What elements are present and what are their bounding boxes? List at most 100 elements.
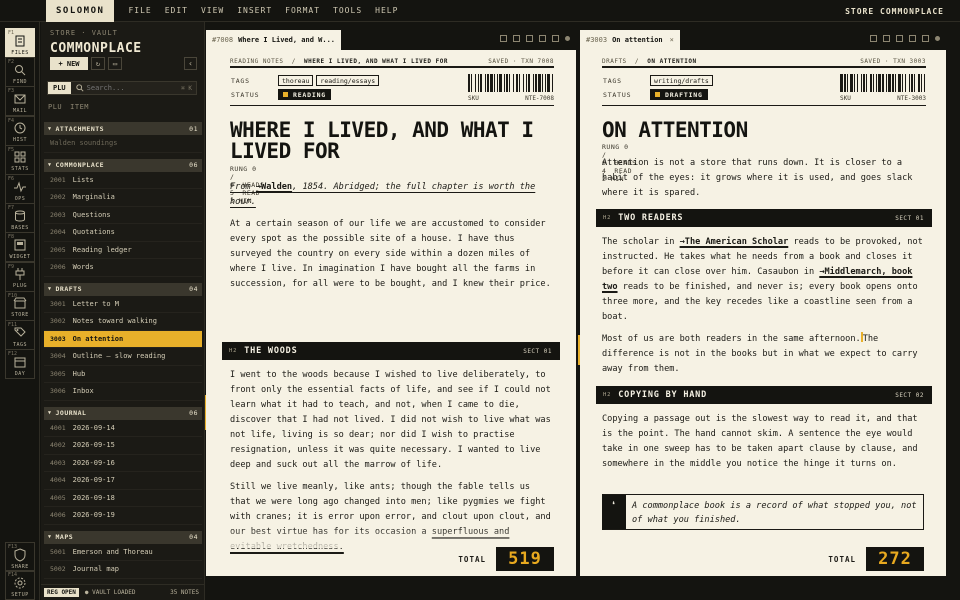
rail-button-find[interactable]: F2 FIND: [5, 57, 35, 88]
list-item[interactable]: 4005 2026-09-18: [44, 490, 202, 507]
folder-button[interactable]: ▭: [108, 57, 122, 70]
list-item[interactable]: 3006 Inbox: [44, 383, 202, 401]
list-item[interactable]: 2002 Marginalia: [44, 189, 202, 207]
column-item[interactable]: ITEM: [70, 103, 89, 111]
function-key: F2: [8, 59, 15, 66]
group-header-maps[interactable]: ▼ MAPS 04: [44, 530, 202, 544]
document-title[interactable]: ON ATTENTION: [602, 120, 922, 141]
rail-button-day[interactable]: F12 DAY: [5, 349, 35, 380]
list-item[interactable]: 2005 Reading ledger: [44, 242, 202, 259]
pin-icon[interactable]: [552, 35, 559, 42]
item-plu: 4001: [50, 423, 66, 432]
heading-the-woods[interactable]: H2 THE WOODS SECT 01: [222, 342, 560, 360]
group-header-commonplace[interactable]: ▼ COMMONPLACE 06: [44, 158, 202, 172]
list-item[interactable]: 2001 Lists: [44, 172, 202, 189]
close-tab-icon[interactable]: ×: [670, 36, 674, 44]
callout-quote[interactable]: ❛ A commonplace book is a record of what…: [602, 494, 924, 530]
rail-button-share[interactable]: F13 SHARE: [5, 542, 35, 572]
group-header-drafts[interactable]: ▼ DRAFTS 04: [44, 282, 202, 296]
tab-title: On attention: [612, 36, 663, 44]
menu-view[interactable]: VIEW: [201, 6, 224, 15]
list-item[interactable]: 3003 On attention: [44, 330, 202, 348]
item-plu: 5002: [50, 565, 66, 574]
rail-button-hist[interactable]: F4 HIST: [5, 115, 35, 146]
collapse-sidebar-button[interactable]: ‹: [184, 57, 197, 70]
rail-button-setup[interactable]: F14 SETUP: [5, 570, 35, 600]
search-input[interactable]: [86, 84, 177, 92]
new-note-button[interactable]: + NEW: [50, 57, 88, 70]
tag-chip[interactable]: thoreau: [278, 75, 314, 86]
list-item[interactable]: 4004 2026-09-17: [44, 472, 202, 490]
rail-button-store[interactable]: F10 STORE: [5, 290, 35, 321]
menu-insert[interactable]: INSERT: [237, 6, 272, 15]
list-item[interactable]: 3002 Notes toward walking: [44, 313, 202, 331]
split-icon[interactable]: [500, 35, 507, 42]
rail-button-widget[interactable]: F8 WIDGET: [5, 232, 35, 263]
expand-icon[interactable]: [539, 35, 546, 42]
split-icon[interactable]: [870, 35, 877, 42]
list-item[interactable]: Walden soundings: [44, 135, 202, 153]
refresh-icon: ↻: [95, 59, 101, 68]
list-item[interactable]: 4002 2026-09-15: [44, 437, 202, 455]
link-icon[interactable]: [526, 35, 533, 42]
refresh-button[interactable]: ↻: [91, 57, 105, 70]
app-brand[interactable]: SOLOMON: [46, 0, 115, 22]
document-body[interactable]: From →Walden, 1854. Abridged; the full c…: [230, 180, 552, 299]
menu-tools[interactable]: TOOLS: [333, 6, 362, 15]
word-total: TOTAL 272: [828, 547, 924, 571]
rail-button-stats[interactable]: F5 STATS: [5, 144, 35, 175]
menu-format[interactable]: FORMAT: [285, 6, 320, 15]
heading-copying-by-hand[interactable]: H2 COPYING BY HAND SECT 02: [596, 386, 932, 404]
list-item[interactable]: 4001 2026-09-14: [44, 420, 202, 437]
list-item[interactable]: 5001 Emerson and Thoreau: [44, 544, 202, 561]
tag-chip[interactable]: writing/drafts: [650, 75, 713, 86]
expand-icon[interactable]: [909, 35, 916, 42]
search-mode-badge[interactable]: PLU: [48, 82, 71, 94]
list-item[interactable]: 2006 Words: [44, 259, 202, 277]
list-item[interactable]: 2003 Questions: [44, 207, 202, 224]
status-badge[interactable]: DRAFTING: [650, 89, 708, 100]
tab-on-attention[interactable]: #3003 On attention ×: [580, 30, 680, 50]
document-body[interactable]: Copying a passage out is the slowest way…: [602, 412, 924, 479]
group-header-attachments[interactable]: ▼ ATTACHMENTS 01: [44, 122, 202, 135]
doc-crumb[interactable]: DRAFTS: [602, 58, 627, 65]
american-scholar-link[interactable]: →The American Scholar: [680, 237, 789, 247]
tab-where-i-lived[interactable]: #7008 Where I Lived, and W...: [206, 30, 342, 50]
more-icon[interactable]: [935, 36, 940, 41]
menu-file[interactable]: FILE: [128, 6, 151, 15]
menu-help[interactable]: HELP: [375, 6, 398, 15]
menu-edit[interactable]: EDIT: [165, 6, 188, 15]
rail-label: OPS: [14, 195, 26, 202]
rail-button-plug[interactable]: F9 PLUG: [5, 261, 35, 292]
rail-button-bases[interactable]: F7 BASES: [5, 203, 35, 234]
list-item[interactable]: 5002 Journal map: [44, 561, 202, 579]
item-label: 2026-09-17: [72, 476, 115, 485]
pin-icon[interactable]: [922, 35, 929, 42]
more-icon[interactable]: [565, 36, 570, 41]
document-body[interactable]: The scholar in →The American Scholar rea…: [602, 235, 924, 384]
document-title[interactable]: WHERE I LIVED, AND WHAT I LIVED FOR: [230, 120, 550, 162]
list-item[interactable]: 3004 Outline — slow reading: [44, 348, 202, 366]
list-item[interactable]: 3001 Letter to M: [44, 296, 202, 313]
column-plu[interactable]: PLU: [48, 103, 62, 111]
doc-crumb[interactable]: READING NOTES: [230, 58, 283, 65]
list-item[interactable]: 4006 2026-09-19: [44, 507, 202, 525]
store-indicator[interactable]: STORE COMMONPLACE: [845, 0, 944, 22]
group-gap: [41, 579, 205, 583]
rail-button-ops[interactable]: F6 OPS: [5, 174, 35, 204]
preview-icon[interactable]: [513, 35, 520, 42]
list-item[interactable]: 4003 2026-09-16: [44, 455, 202, 472]
rail-button-files[interactable]: F1 FILES: [5, 28, 35, 58]
rail-button-mail[interactable]: F3 MAIL: [5, 86, 35, 117]
preview-icon[interactable]: [883, 35, 890, 42]
list-item[interactable]: 3005 Hub: [44, 366, 202, 383]
group-header-journal[interactable]: ▼ JOURNAL 06: [44, 406, 202, 420]
link-icon[interactable]: [896, 35, 903, 42]
tag-chip[interactable]: reading/essays: [316, 75, 380, 86]
list-item[interactable]: 2004 Quotations: [44, 224, 202, 242]
walden-link[interactable]: →Walden: [256, 182, 292, 192]
status-badge[interactable]: READING: [278, 89, 331, 100]
document-body[interactable]: Attention is not a store that runs down.…: [602, 156, 924, 208]
rail-button-tags[interactable]: F11 TAGS: [5, 320, 35, 350]
heading-two-readers[interactable]: H2 TWO READERS SECT 01: [596, 209, 932, 227]
